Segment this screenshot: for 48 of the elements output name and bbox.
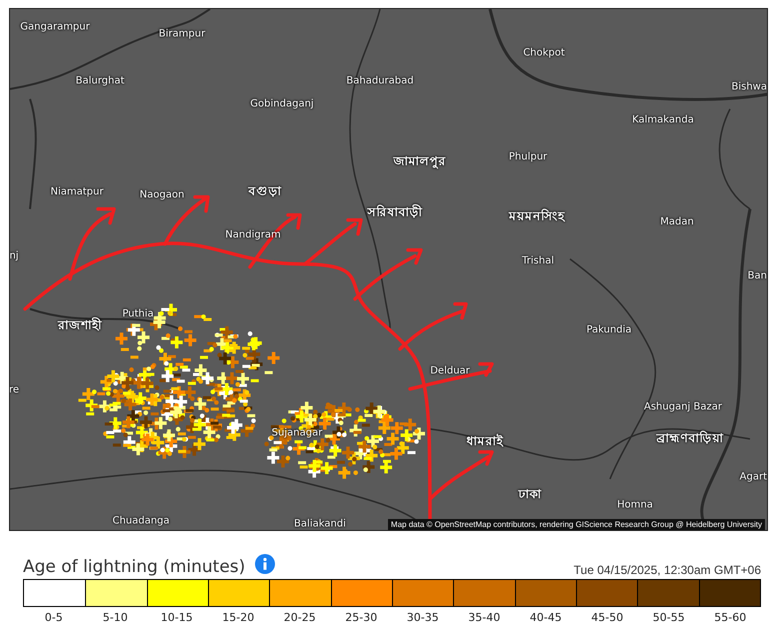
place-label: Agart [740,472,767,482]
timestamp: Tue 04/15/2025, 12:30am GMT+06 [574,563,761,577]
range-label: 15-20 [222,611,254,624]
place-label: Baliakandi [294,518,346,530]
place-label: Trishal [522,256,554,266]
place-label: Delduar [430,366,470,376]
place-label: Gobindaganj [250,98,314,110]
legend-title: Age of lightning (minutes) [23,557,246,577]
place-label: Kalmakanda [632,114,694,126]
place-label: সরিষাবাড়ী [368,203,422,221]
place-label: Bishwa [732,82,767,92]
place-label: রাজশাহী [58,316,102,334]
place-label: Phulpur [508,152,548,162]
place-label: ব্রাহ্মণবাড়িয়া [656,430,724,447]
place-label: Madan [660,216,694,228]
place-label: Birampur [158,28,206,40]
info-icon[interactable] [255,554,276,574]
place-label: Niamatpur [50,186,104,198]
place-label: Homna [617,500,653,510]
place-label: Pakundia [586,324,632,336]
range-label: 5-10 [102,611,128,624]
range-label: 25-30 [345,611,378,624]
range-label: 40-45 [530,611,562,624]
place-label: Naogaon [140,190,184,200]
range-label: 0-5 [44,611,63,624]
place-label: re [10,384,20,396]
place-label: Bahadurabad [346,76,414,86]
place-label: nj [10,250,19,262]
place-label: Ashuganj Bazar [644,402,722,412]
place-label: বগুড়া [248,183,282,200]
place-label: Balurghat [76,76,124,86]
range-label: 30-35 [406,611,439,624]
range-label: 45-50 [591,611,624,624]
place-label: ময়মনসিংহ [509,208,565,225]
place-label: Chokpot [523,48,565,58]
place-label: ঢাকা [518,486,542,503]
place-label: Gangarampur [20,22,90,32]
place-label: জামালপুর [394,153,446,171]
range-label: 35-40 [468,611,500,624]
place-label: Chuadanga [112,516,170,526]
range-label: 10-15 [160,611,193,624]
place-label: ধামরাই [466,432,504,450]
range-label: 50-55 [652,611,685,624]
range-label: 55-60 [714,611,746,624]
place-label: Puthia [122,308,154,320]
range-label: 20-25 [284,611,316,624]
map-attribution: Map data © OpenStreetMap contributors, rendering GIScience Research Group @ Heidelberg University [388,519,765,530]
place-label: Ban [748,270,767,282]
